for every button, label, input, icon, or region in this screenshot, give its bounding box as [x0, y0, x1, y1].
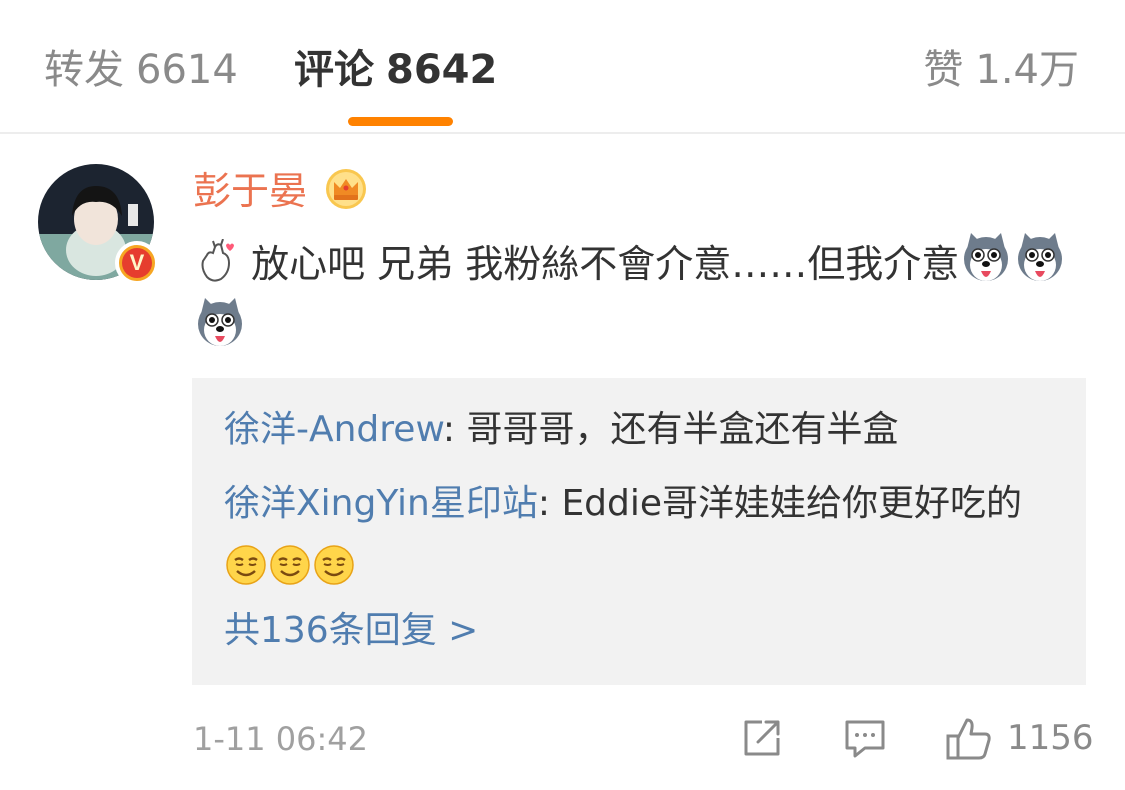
crown-icon [324, 168, 368, 214]
comment-icon[interactable] [843, 716, 887, 764]
husky-dog-emoji-icon [193, 296, 247, 350]
husky-dog-emoji-icon [1013, 231, 1067, 285]
like-thumb-icon[interactable] [945, 716, 993, 766]
tab-like-label: 赞 [923, 47, 964, 93]
reply-item: 徐洋-Andrew: 哥哥哥，还有半盒还有半盒 [224, 398, 1064, 462]
smirk-face-emoji-icon [312, 543, 356, 587]
share-icon[interactable] [740, 716, 784, 764]
tab-comment-count: 8642 [386, 47, 498, 93]
reply-separator: : [442, 409, 467, 450]
smirk-face-emoji-icon [268, 543, 312, 587]
reply-separator: : [537, 483, 562, 524]
like-count: 1156 [1007, 718, 1094, 758]
reply-author[interactable]: 徐洋-Andrew [224, 409, 443, 450]
smirk-face-emoji-icon [224, 543, 268, 587]
tab-repost[interactable]: 转发 6614 [44, 44, 238, 96]
comment-username[interactable]: 彭于晏 [193, 166, 307, 216]
tab-comment[interactable]: 评论 8642 [294, 44, 497, 96]
tab-repost-label: 转发 [44, 47, 124, 93]
reply-author[interactable]: 徐洋XingYin星印站 [224, 483, 538, 524]
comment-timestamp: 1-11 06:42 [193, 720, 369, 758]
verified-badge-letter: V [122, 248, 152, 278]
view-all-replies-link[interactable]: 共136条回复 > [224, 604, 478, 658]
tab-like-count: 1.4万 [975, 47, 1079, 93]
husky-dog-emoji-icon [959, 231, 1013, 285]
verified-badge-icon: V [115, 241, 159, 285]
reply-text: Eddie哥洋娃娃给你更好吃的 [561, 483, 1023, 524]
reply-text: 哥哥哥，还有半盒还有半盒 [466, 409, 899, 450]
tab-repost-count: 6614 [136, 47, 238, 93]
tab-comment-label: 评论 [294, 47, 374, 93]
tab-bar: 转发 6614 评论 8642 赞 1.4万 [0, 0, 1125, 134]
comment-text-content: 放心吧 兄弟 我粉絲不會介意……但我介意 [251, 242, 960, 286]
active-tab-indicator [348, 117, 453, 126]
replies-box[interactable]: 徐洋-Andrew: 哥哥哥，还有半盒还有半盒 徐洋XingYin星印站: Ed… [192, 378, 1086, 685]
tab-like[interactable]: 赞 1.4万 [923, 44, 1079, 96]
finger-heart-emoji-icon [193, 239, 239, 285]
reply-item: 徐洋XingYin星印站: Eddie哥洋娃娃给你更好吃的 [224, 472, 1064, 600]
comment-text: 放心吧 兄弟 我粉絲不會介意……但我介意 [193, 231, 1073, 361]
